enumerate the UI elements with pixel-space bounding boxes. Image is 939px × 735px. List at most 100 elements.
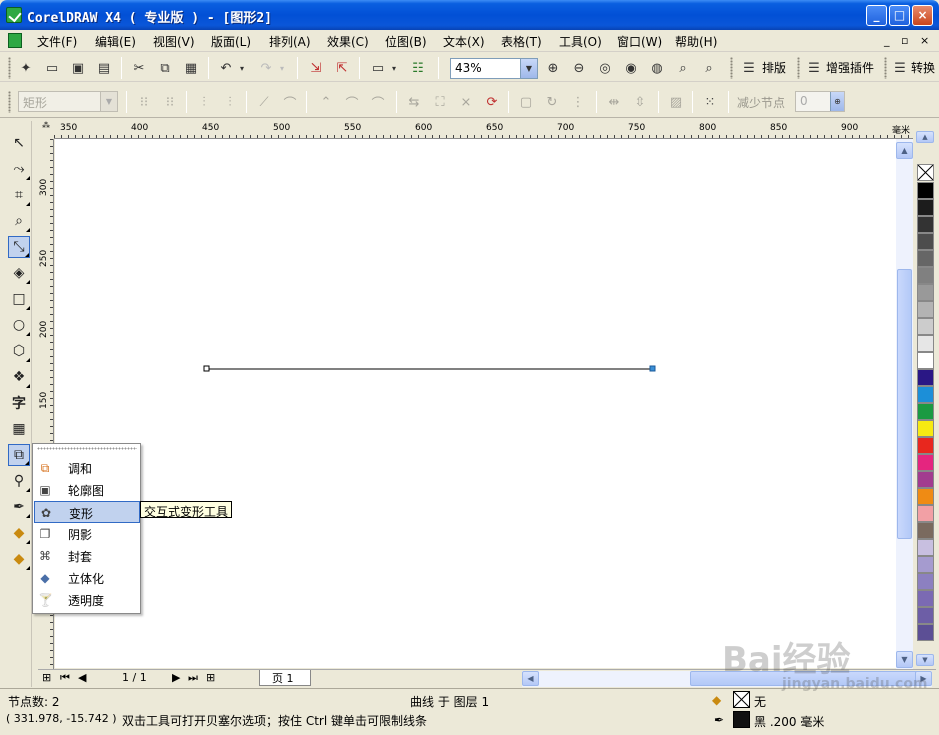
- polygon-tool-icon[interactable]: ⬡: [8, 340, 30, 362]
- zoom-selected-icon[interactable]: ◎: [595, 58, 615, 78]
- end-node[interactable]: [649, 365, 656, 372]
- vertical-scroll-thumb[interactable]: [897, 269, 912, 539]
- flyout-item-envelope[interactable]: ⌘ 封套: [34, 545, 140, 567]
- selection-mode-select[interactable]: 矩形 ▼: [18, 91, 118, 112]
- vertical-scrollbar[interactable]: ▲ ▼: [896, 139, 913, 669]
- color-swatch[interactable]: [917, 539, 934, 556]
- zoom-width-icon[interactable]: ⌕: [673, 58, 693, 78]
- color-swatch[interactable]: [917, 522, 934, 539]
- color-swatch[interactable]: [917, 369, 934, 386]
- layout-button[interactable]: 排版: [762, 59, 786, 76]
- to-line-icon[interactable]: ⟋: [254, 92, 274, 112]
- first-page-icon[interactable]: ⏮: [60, 671, 70, 685]
- flyout-item-transparency[interactable]: 🍸 透明度: [34, 589, 140, 611]
- color-swatch[interactable]: [917, 199, 934, 216]
- print-icon[interactable]: ▤: [94, 58, 114, 78]
- extend-curve-icon[interactable]: ⛶: [430, 92, 450, 112]
- fill-swatch[interactable]: [733, 691, 750, 708]
- color-swatch[interactable]: [917, 403, 934, 420]
- copy-icon[interactable]: ⧉: [155, 58, 175, 78]
- close-curve-icon[interactable]: ⟳: [482, 92, 502, 112]
- document-icon[interactable]: [8, 33, 22, 48]
- join-nodes-icon[interactable]: ⫶: [194, 92, 214, 112]
- zoom-page-icon[interactable]: ◍: [647, 58, 667, 78]
- menu-effects[interactable]: 效果(C): [327, 33, 369, 50]
- table-tool-icon[interactable]: ▦: [8, 418, 30, 440]
- color-swatch[interactable]: [917, 284, 934, 301]
- interactive-blend-tool-icon[interactable]: ⧉: [8, 444, 30, 466]
- select-all-nodes-icon[interactable]: ⁙: [700, 92, 720, 112]
- flyout-item-blend[interactable]: ⧉ 调和: [34, 457, 140, 479]
- next-page-icon[interactable]: ▶: [172, 671, 180, 684]
- undo-icon[interactable]: ↶: [216, 58, 236, 78]
- toolbar-grip[interactable]: [797, 57, 800, 79]
- menu-window[interactable]: 窗口(W): [617, 33, 662, 50]
- shape-tool-icon[interactable]: ⤳: [8, 158, 30, 180]
- color-swatch[interactable]: [917, 607, 934, 624]
- menu-view[interactable]: 视图(V): [153, 33, 195, 50]
- delete-node-icon[interactable]: ⁝⁝: [160, 92, 180, 112]
- color-swatch[interactable]: [917, 182, 934, 199]
- text-tool-icon[interactable]: 字: [8, 392, 30, 414]
- slider-icon[interactable]: ⊕: [830, 92, 844, 111]
- color-swatch[interactable]: [917, 267, 934, 284]
- chevron-down-icon[interactable]: ▼: [520, 59, 537, 78]
- reverse-direction-icon[interactable]: ⇆: [404, 92, 424, 112]
- save-icon[interactable]: ▣: [68, 58, 88, 78]
- layout-icon[interactable]: ☰: [739, 58, 759, 78]
- menu-tools[interactable]: 工具(O): [559, 33, 602, 50]
- color-swatch[interactable]: [917, 488, 934, 505]
- color-swatch[interactable]: [917, 471, 934, 488]
- redo-icon[interactable]: ↷: [256, 58, 276, 78]
- no-fill-swatch[interactable]: [917, 164, 934, 181]
- eyedropper-tool-icon[interactable]: ⚲: [8, 470, 30, 492]
- menu-layout[interactable]: 版面(L): [211, 33, 251, 50]
- color-swatch[interactable]: [917, 318, 934, 335]
- zoom-in-icon[interactable]: ⊕: [543, 58, 563, 78]
- cusp-node-icon[interactable]: ⌃: [316, 92, 336, 112]
- crop-tool-icon[interactable]: ⌗: [8, 184, 30, 206]
- curve-smoothness-spinner[interactable]: 0 ⊕: [795, 91, 845, 112]
- cut-icon[interactable]: ✂: [129, 58, 149, 78]
- menu-file[interactable]: 文件(F): [37, 33, 77, 50]
- elastic-mode-icon[interactable]: ▨: [666, 92, 686, 112]
- color-swatch[interactable]: [917, 301, 934, 318]
- zoom-tool-icon[interactable]: ⌕: [8, 210, 30, 232]
- drawing-canvas[interactable]: [55, 139, 896, 668]
- color-swatch[interactable]: [917, 454, 934, 471]
- rectangle-tool-icon[interactable]: □: [8, 288, 30, 310]
- menu-help[interactable]: 帮助(H): [675, 33, 717, 50]
- color-swatch[interactable]: [917, 386, 934, 403]
- horizontal-ruler[interactable]: 350 400 450 500 550 600 650 700 750 800 …: [54, 121, 913, 139]
- reduce-nodes-label[interactable]: 减少节点: [737, 94, 785, 111]
- flyout-item-extrude[interactable]: ◆ 立体化: [34, 567, 140, 589]
- flyout-item-shadow[interactable]: ❐ 阴影: [34, 523, 140, 545]
- application-launcher-icon[interactable]: ▭: [368, 58, 388, 78]
- page-tab[interactable]: 页 1: [259, 670, 311, 686]
- reflect-vertical-icon[interactable]: ⇳: [630, 92, 650, 112]
- flyout-item-contour[interactable]: ▣ 轮廓图: [34, 479, 140, 501]
- symmetric-node-icon[interactable]: ⌒: [368, 92, 388, 112]
- color-swatch[interactable]: [917, 505, 934, 522]
- align-nodes-icon[interactable]: ⋮: [568, 92, 588, 112]
- color-swatch[interactable]: [917, 590, 934, 607]
- color-swatch[interactable]: [917, 573, 934, 590]
- add-page-after-icon[interactable]: ⊞: [206, 671, 215, 684]
- outline-swatch[interactable]: [733, 711, 750, 728]
- color-swatch[interactable]: [917, 216, 934, 233]
- scroll-down-icon[interactable]: ▼: [896, 651, 913, 668]
- flyout-item-distort[interactable]: ✿ 变形: [34, 501, 140, 523]
- zoom-level-select[interactable]: 43% ▼: [450, 58, 538, 79]
- color-swatch[interactable]: [917, 437, 934, 454]
- menu-edit[interactable]: 编辑(E): [95, 33, 136, 50]
- scroll-up-icon[interactable]: ▲: [896, 142, 913, 159]
- pick-tool-icon[interactable]: ↖: [8, 132, 30, 154]
- to-curve-icon[interactable]: ⌒: [280, 92, 300, 112]
- menu-text[interactable]: 文本(X): [443, 33, 485, 50]
- reflect-horizontal-icon[interactable]: ⇹: [604, 92, 624, 112]
- extract-subpath-icon[interactable]: ⨯: [456, 92, 476, 112]
- color-swatch[interactable]: [917, 556, 934, 573]
- menu-arrange[interactable]: 排列(A): [269, 33, 311, 50]
- basic-shapes-tool-icon[interactable]: ❖: [8, 366, 30, 388]
- convert-button[interactable]: 转换: [911, 59, 935, 76]
